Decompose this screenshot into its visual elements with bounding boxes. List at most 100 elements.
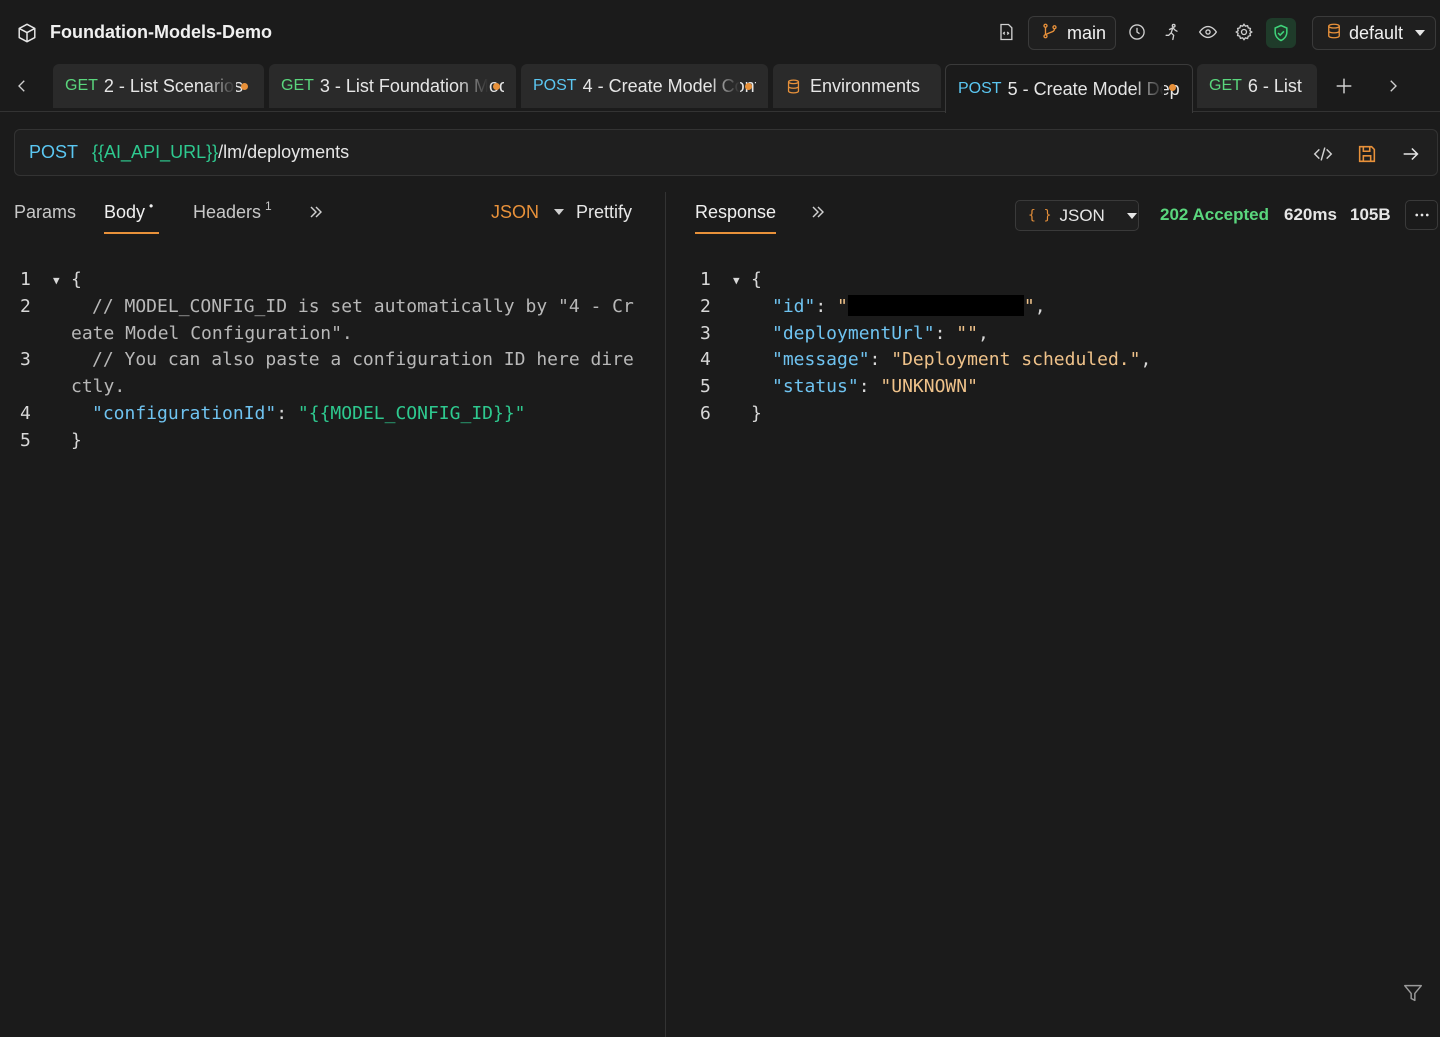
- url-path[interactable]: /lm/deployments: [218, 142, 349, 163]
- unsaved-dot: [241, 83, 248, 90]
- collection-title: Foundation-Models-Demo: [50, 22, 272, 42]
- scroll-tabs-right-icon[interactable]: [1381, 74, 1405, 98]
- tab-label: Environments: [810, 75, 921, 96]
- tab-list-deployments[interactable]: GET 6 - List Deployments: [1197, 64, 1317, 108]
- unsaved-dot: [1169, 84, 1176, 91]
- prettify-button[interactable]: Prettify: [576, 202, 632, 223]
- fold-caret-icon[interactable]: ▼: [53, 268, 60, 295]
- title-bar: Foundation-Models-Demo main default: [0, 0, 1440, 64]
- code-line: }: [751, 402, 762, 424]
- code-comment: // MODEL_CONFIG_ID is set automatically …: [92, 295, 634, 317]
- tab-label: 6 - List Deployments: [1247, 75, 1305, 96]
- tab-response-label: Response: [695, 202, 777, 222]
- line-number: 1: [700, 269, 711, 290]
- environment-name: default: [1349, 22, 1404, 43]
- tab-environments[interactable]: Environments: [773, 64, 941, 108]
- filter-funnel-icon[interactable]: [1402, 982, 1424, 1004]
- line-number: 6: [700, 402, 711, 424]
- json-colon: :: [276, 402, 298, 424]
- settings-gear-icon[interactable]: [1233, 21, 1255, 43]
- body-format-label: JSON: [491, 202, 540, 222]
- request-url-bar[interactable]: POST {{AI_API_URL}}/lm/deployments: [14, 129, 1438, 176]
- document-code-icon[interactable]: [995, 21, 1017, 43]
- branch-selector[interactable]: main: [1028, 16, 1116, 50]
- code-line: {: [751, 269, 762, 290]
- tab-response[interactable]: Response: [695, 202, 777, 234]
- line-number: 1: [20, 269, 31, 290]
- code-comment: ctly.: [71, 376, 126, 398]
- response-time: 620ms: [1284, 205, 1337, 224]
- request-method[interactable]: POST: [29, 142, 78, 163]
- scroll-tabs-left-icon[interactable]: [10, 74, 34, 98]
- tab-create-model-deployment[interactable]: POST 5 - Create Model Deployment: [945, 64, 1193, 113]
- runner-icon[interactable]: [1161, 21, 1183, 43]
- line-number: 3: [700, 322, 711, 344]
- json-template-value: "{{MODEL_CONFIG_ID}}": [297, 402, 526, 424]
- tab-list-scenarios[interactable]: GET 2 - List Scenarios: [53, 64, 264, 108]
- response-body-viewer[interactable]: 1 ▼{ 2 "id": " ", 3 "deploymentUrl": "", 4 "m…: [700, 267, 1400, 428]
- body-format-select[interactable]: JSON: [491, 202, 565, 223]
- tab-method: POST: [533, 77, 577, 94]
- line-number: 4: [700, 349, 711, 371]
- tab-method: GET: [1209, 77, 1242, 94]
- request-body-editor[interactable]: 1 ▼ { 2 // MODEL_CONFIG_ID is set automatic…: [20, 267, 650, 455]
- braces-icon: { }: [1028, 208, 1052, 223]
- response-size: 105B: [1350, 205, 1391, 224]
- code-line: {: [71, 269, 82, 290]
- line-number: 3: [20, 349, 31, 371]
- fold-caret-icon[interactable]: ▼: [733, 268, 740, 295]
- code-comment: eate Model Configuration".: [71, 322, 353, 344]
- tab-body-label: Body: [104, 202, 146, 222]
- tab-headers[interactable]: Headers 1: [193, 199, 272, 223]
- json-value: "": [956, 322, 978, 344]
- url-variable[interactable]: {{AI_API_URL}}: [92, 142, 218, 163]
- security-shield-icon[interactable]: [1266, 18, 1296, 48]
- more-options-ellipsis-icon[interactable]: [1405, 200, 1438, 230]
- tab-body[interactable]: Body •: [104, 199, 160, 234]
- line-number: 4: [20, 402, 31, 424]
- response-subtabs: Response: [695, 196, 995, 240]
- response-format-label: JSON: [1059, 205, 1105, 225]
- json-key: "deploymentUrl": [772, 322, 935, 344]
- line-number: 2: [700, 295, 711, 317]
- database-icon: [785, 78, 802, 95]
- json-key: "configurationId": [92, 402, 277, 424]
- tab-params[interactable]: Params: [14, 202, 76, 223]
- branch-name: main: [1067, 22, 1107, 43]
- tab-method: POST: [958, 80, 1002, 97]
- request-subtabs: Params Body • Headers 1 JSON Prettify: [14, 196, 654, 240]
- redacted-value: [847, 294, 1024, 316]
- tab-headers-label: Headers: [193, 202, 262, 222]
- pane-divider[interactable]: [665, 192, 666, 1037]
- new-tab-plus-icon[interactable]: [1332, 74, 1356, 98]
- environment-selector[interactable]: default: [1312, 16, 1436, 50]
- database-icon: [1325, 22, 1343, 45]
- json-key: "id": [772, 295, 816, 317]
- tab-create-model-configuration[interactable]: POST 4 - Create Model Configuration: [521, 64, 768, 108]
- unsaved-dot: [745, 83, 752, 90]
- json-value: "UNKNOWN": [880, 376, 978, 398]
- json-key: "status": [772, 376, 859, 398]
- chevron-down-icon: [1126, 212, 1137, 219]
- response-format-select[interactable]: { } JSON: [1015, 200, 1139, 231]
- tab-method: GET: [65, 77, 98, 94]
- code-comment: // You can also paste a configuration ID…: [92, 349, 634, 371]
- headers-count: 1: [265, 199, 272, 213]
- more-tabs-chevrons-icon[interactable]: [306, 202, 326, 227]
- status-code: 202 Accepted: [1160, 205, 1269, 224]
- git-branch-icon: [1041, 22, 1059, 45]
- line-number: 2: [20, 295, 31, 317]
- eye-icon[interactable]: [1197, 21, 1219, 43]
- chevron-down-icon: [1415, 30, 1426, 36]
- chevron-down-icon: [554, 209, 565, 215]
- json-value: "Deployment scheduled.": [891, 349, 1141, 371]
- code-line: }: [71, 429, 82, 451]
- save-icon[interactable]: [1355, 142, 1379, 166]
- tab-list-foundation-models[interactable]: GET 3 - List Foundation Models: [269, 64, 516, 108]
- history-clock-icon[interactable]: [1126, 21, 1148, 43]
- send-arrow-icon[interactable]: [1399, 142, 1423, 166]
- more-tabs-chevrons-icon[interactable]: [808, 202, 828, 227]
- line-number: 5: [700, 376, 711, 398]
- unsaved-dot: [493, 83, 500, 90]
- code-snippet-icon[interactable]: [1311, 142, 1335, 166]
